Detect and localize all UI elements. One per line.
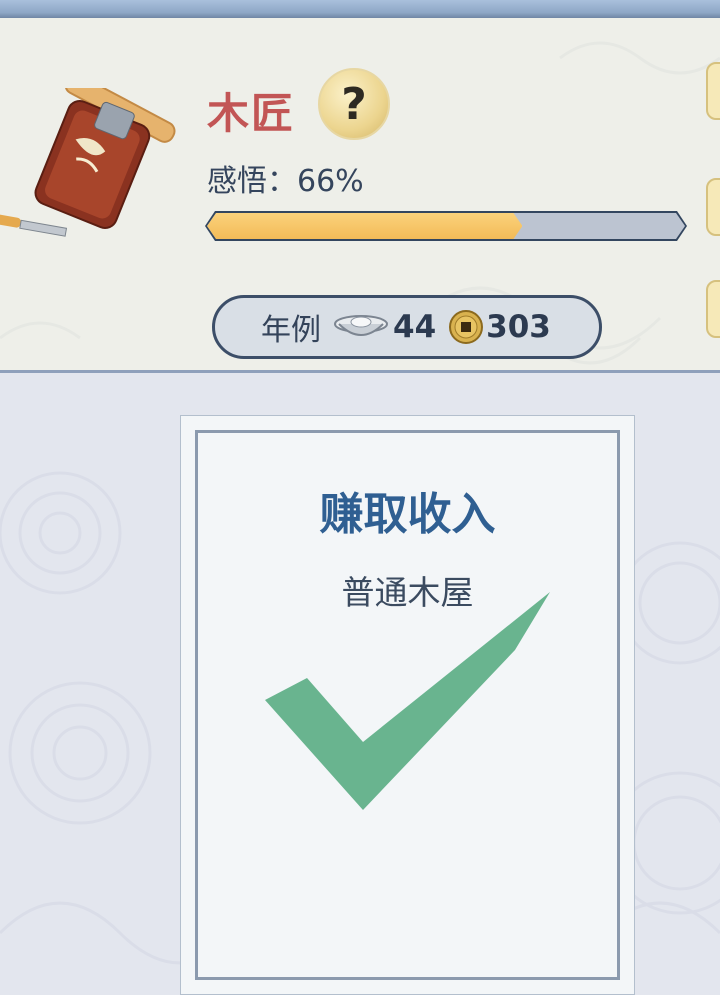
help-button[interactable]: ? [318, 68, 390, 140]
top-border [0, 0, 720, 18]
stipend-label: 年例 [261, 313, 321, 348]
checkmark-icon [265, 592, 550, 810]
annual-stipend-pill: 年例 44 303 [212, 295, 602, 359]
side-button-1[interactable] [706, 62, 720, 120]
question-mark-icon: ? [341, 78, 367, 130]
income-card[interactable]: 赚取收入 普通木屋 [180, 415, 635, 995]
silver-ingot-icon [334, 315, 388, 336]
side-button-2[interactable] [706, 178, 720, 236]
carpenter-plane-icon [0, 88, 176, 237]
copper-amount: 303 [486, 309, 551, 345]
copper-coin-icon [449, 310, 484, 344]
insight-progress-bar [205, 211, 687, 241]
card-title: 赚取收入 [319, 489, 496, 540]
silver-amount: 44 [393, 309, 437, 345]
insight-progress-fill [207, 213, 522, 239]
profession-title: 木匠 [207, 89, 296, 138]
profession-panel: 木匠 ? 感悟：66% 年例 44 303 [0, 18, 720, 373]
side-button-3[interactable] [706, 280, 720, 338]
insight-label: 感悟：66% [207, 164, 364, 199]
